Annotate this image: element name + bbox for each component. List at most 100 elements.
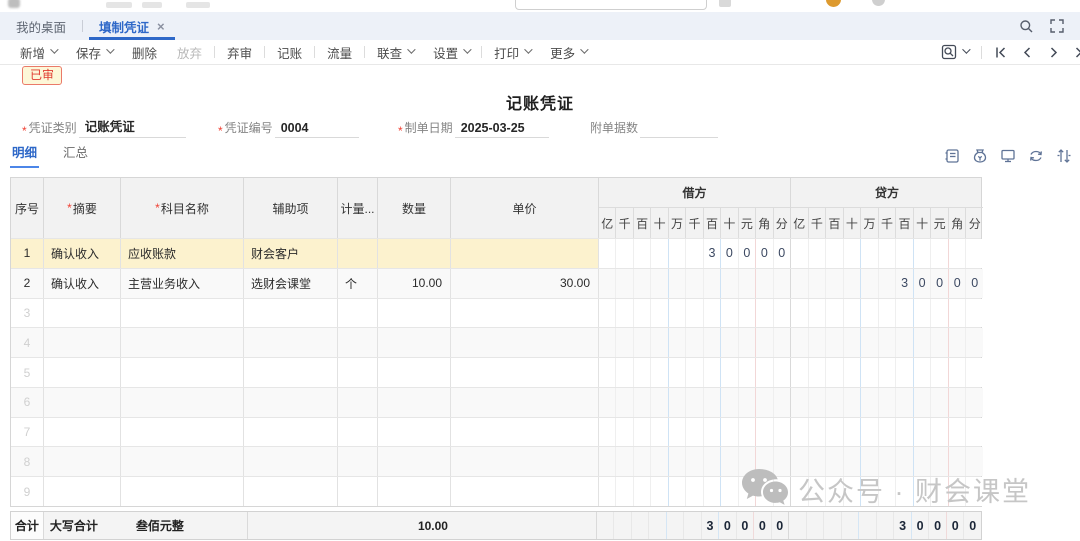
amount-digit-cell[interactable]: 0: [719, 512, 736, 539]
amount-digit-cell[interactable]: [826, 269, 844, 298]
amount-digit-cell[interactable]: 3: [702, 512, 719, 539]
amount-digit-cell[interactable]: 0: [756, 239, 773, 268]
cell-account-name[interactable]: [121, 299, 244, 328]
amount-digit-cell[interactable]: [686, 418, 703, 447]
toolbar-save-button[interactable]: 保存: [76, 43, 112, 62]
amount-digit-cell[interactable]: [914, 299, 932, 328]
amount-digit-cell[interactable]: [721, 358, 738, 387]
amount-digit-cell[interactable]: [686, 299, 703, 328]
amount-digit-cell[interactable]: [721, 388, 738, 417]
amount-digit-cell[interactable]: [966, 239, 983, 268]
amount-digit-cell[interactable]: [896, 239, 914, 268]
amount-digit-cell[interactable]: [966, 328, 983, 357]
amount-digit-cell[interactable]: [879, 477, 897, 506]
toolbar-flow-button[interactable]: 流量: [327, 43, 352, 62]
amount-digit-cell[interactable]: [914, 477, 932, 506]
toolbar-more-button[interactable]: 更多: [550, 43, 586, 62]
amount-digit-cell[interactable]: [949, 239, 967, 268]
amount-digit-cell[interactable]: [844, 269, 862, 298]
amount-digit-cell[interactable]: [669, 477, 686, 506]
amount-digit-cell[interactable]: [669, 358, 686, 387]
cell-summary[interactable]: 确认收入: [44, 269, 121, 298]
amount-digit-cell[interactable]: [966, 299, 983, 328]
amount-digit-cell[interactable]: [599, 328, 616, 357]
amount-digit-cell[interactable]: [667, 512, 684, 539]
amount-digit-cell[interactable]: [826, 418, 844, 447]
cell-quantity[interactable]: [378, 328, 451, 357]
cell-unit-price[interactable]: [451, 388, 599, 417]
amount-digit-cell[interactable]: [614, 512, 631, 539]
cell-unit[interactable]: [338, 239, 378, 268]
cell-quantity[interactable]: [378, 418, 451, 447]
amount-digit-cell[interactable]: [649, 512, 666, 539]
amount-digit-cell[interactable]: [651, 328, 668, 357]
amount-digit-cell[interactable]: [861, 477, 879, 506]
amount-digit-cell[interactable]: [704, 477, 721, 506]
amount-digit-cell[interactable]: [774, 418, 790, 447]
amount-digit-cell[interactable]: [651, 269, 668, 298]
amount-digit-cell[interactable]: 0: [754, 512, 771, 539]
amount-digit-cell[interactable]: [861, 328, 879, 357]
amount-digit-cell[interactable]: 0: [931, 269, 949, 298]
cell-quantity[interactable]: [378, 358, 451, 387]
amount-digit-cell[interactable]: [756, 447, 773, 476]
cell-row-number[interactable]: 8: [11, 447, 44, 476]
amount-digit-cell[interactable]: [669, 388, 686, 417]
amount-digit-cell[interactable]: 0: [772, 512, 788, 539]
amount-digit-cell[interactable]: [651, 447, 668, 476]
notification-icon[interactable]: [826, 0, 841, 7]
voucher-date-value[interactable]: 2025-03-25: [455, 121, 549, 138]
cell-summary[interactable]: [44, 418, 121, 447]
cell-quantity[interactable]: [378, 447, 451, 476]
cell-summary[interactable]: [44, 299, 121, 328]
amount-digit-cell[interactable]: [616, 358, 633, 387]
amount-digit-cell[interactable]: [651, 418, 668, 447]
amount-digit-cell[interactable]: [879, 447, 897, 476]
amount-digit-cell[interactable]: [791, 447, 809, 476]
amount-digit-cell[interactable]: [791, 418, 809, 447]
column-header-no[interactable]: 序号: [11, 178, 44, 238]
cell-row-number[interactable]: 1: [11, 239, 44, 268]
table-row[interactable]: 2确认收入主营业务收入选财会课堂个10.0030.0030000: [11, 268, 981, 298]
column-header-qty[interactable]: 数量: [378, 178, 451, 238]
cell-account-name[interactable]: 应收账款: [121, 239, 244, 268]
amount-digit-cell[interactable]: [721, 447, 738, 476]
table-row[interactable]: 5: [11, 357, 981, 387]
amount-digit-cell[interactable]: [791, 477, 809, 506]
amount-digit-cell[interactable]: [721, 269, 738, 298]
amount-digit-cell[interactable]: [966, 418, 983, 447]
cell-summary[interactable]: [44, 358, 121, 387]
fullscreen-icon[interactable]: [1050, 19, 1064, 33]
amount-digit-cell[interactable]: [704, 447, 721, 476]
journal-icon[interactable]: [944, 148, 960, 164]
amount-digit-cell[interactable]: 0: [739, 239, 756, 268]
cell-account-name[interactable]: 主营业务收入: [121, 269, 244, 298]
amount-digit-cell[interactable]: [931, 477, 949, 506]
amount-digit-cell[interactable]: [721, 299, 738, 328]
cell-quantity[interactable]: [378, 299, 451, 328]
amount-digit-cell[interactable]: [896, 328, 914, 357]
amount-digit-cell[interactable]: 3: [704, 239, 721, 268]
cell-unit[interactable]: [338, 328, 378, 357]
amount-digit-cell[interactable]: [616, 418, 633, 447]
amount-digit-cell[interactable]: [651, 477, 668, 506]
amount-digit-cell[interactable]: [704, 328, 721, 357]
amount-digit-cell[interactable]: [809, 299, 827, 328]
amount-digit-cell[interactable]: [791, 388, 809, 417]
amount-digit-cell[interactable]: [739, 358, 756, 387]
amount-digit-cell[interactable]: [861, 299, 879, 328]
cell-auxiliary[interactable]: [244, 418, 338, 447]
toolbar-print-button[interactable]: 打印: [494, 43, 530, 62]
amount-digit-cell[interactable]: [949, 418, 967, 447]
amount-digit-cell[interactable]: [861, 239, 879, 268]
amount-digit-cell[interactable]: [809, 269, 827, 298]
amount-digit-cell[interactable]: [756, 269, 773, 298]
cell-unit[interactable]: [338, 358, 378, 387]
amount-digit-cell[interactable]: [704, 358, 721, 387]
amount-digit-cell[interactable]: [824, 512, 842, 539]
cell-row-number[interactable]: 3: [11, 299, 44, 328]
cell-account-name[interactable]: [121, 388, 244, 417]
amount-digit-cell[interactable]: [844, 477, 862, 506]
cell-unit[interactable]: [338, 418, 378, 447]
amount-digit-cell[interactable]: [809, 418, 827, 447]
